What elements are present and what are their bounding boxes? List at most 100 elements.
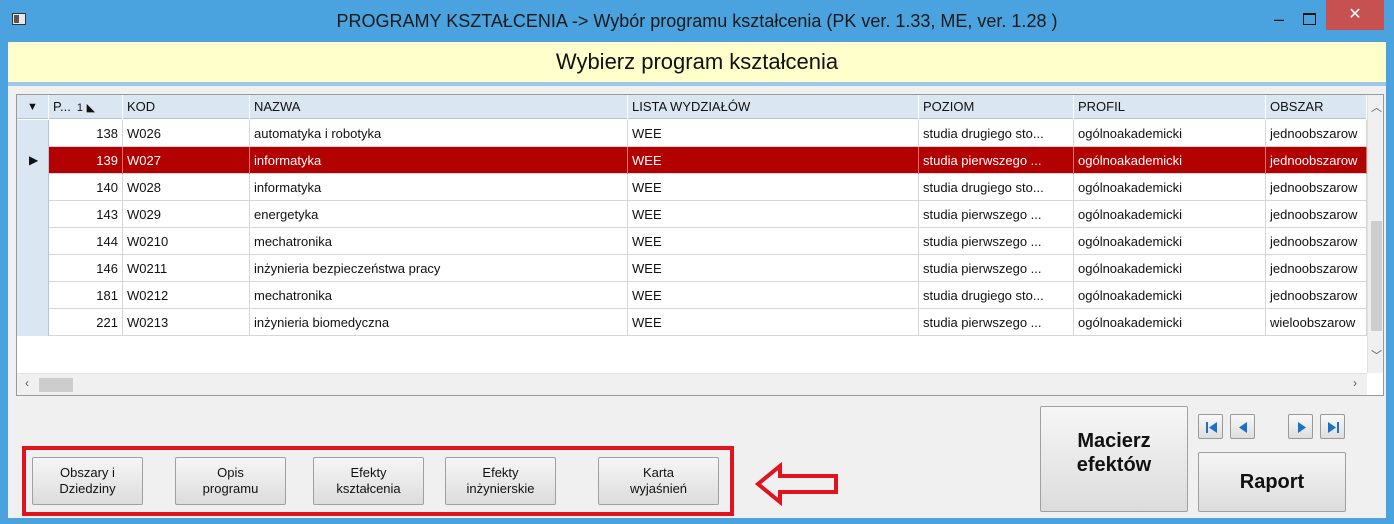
table-row[interactable]: 181 W0212 mechatronika WEE studia drugiego s… <box>17 282 1367 309</box>
table-row[interactable]: 146 W0211 inżynieria bezpieczeństwa pracy W… <box>17 255 1367 282</box>
cell-kod[interactable]: W026 <box>123 120 250 147</box>
horizontal-scroll-thumb[interactable] <box>39 378 73 392</box>
column-header-kod[interactable]: KOD <box>123 95 250 119</box>
table-row[interactable]: 221 W0213 inżynieria biomedyczna WEE studia … <box>17 309 1367 336</box>
cell-obszar[interactable]: jednoobszarow <box>1266 255 1367 282</box>
cell-kod[interactable]: W029 <box>123 201 250 228</box>
cell-lista[interactable]: WEE <box>628 120 919 147</box>
cell-profil[interactable]: ogólnoakademicki <box>1074 120 1266 147</box>
row-selector-header[interactable]: ▼ <box>17 95 49 119</box>
first-record-button[interactable] <box>1198 414 1223 439</box>
cell-profil[interactable]: ogólnoakademicki <box>1074 147 1266 174</box>
table-row[interactable]: 143 W029 energetyka WEE studia pierwszego ..… <box>17 201 1367 228</box>
cell-id[interactable]: 139 <box>49 147 123 174</box>
cell-nazwa[interactable]: inżynieria biomedyczna <box>250 309 628 336</box>
cell-id[interactable]: 181 <box>49 282 123 309</box>
table-row[interactable]: 138 W026 automatyka i robotyka WEE studia dr… <box>17 120 1367 147</box>
column-header-profil[interactable]: PROFIL <box>1074 95 1266 119</box>
cell-profil[interactable]: ogólnoakademicki <box>1074 201 1266 228</box>
column-header-id[interactable]: P... 1 ◣ <box>49 95 123 119</box>
horizontal-scrollbar[interactable]: ‹ › <box>17 373 1367 395</box>
maximize-button[interactable] <box>1294 8 1324 30</box>
scroll-up-icon[interactable]: ︿ <box>1368 99 1383 115</box>
cell-nazwa[interactable]: energetyka <box>250 201 628 228</box>
grid-header: ▼ P... 1 ◣ KOD NAZWA LISTA WYDZIAŁÓW POZI… <box>17 95 1367 119</box>
cell-id[interactable]: 138 <box>49 120 123 147</box>
row-selector[interactable] <box>17 201 49 228</box>
cell-id[interactable]: 221 <box>49 309 123 336</box>
cell-lista[interactable]: WEE <box>628 309 919 336</box>
table-row[interactable]: 144 W0210 mechatronika WEE studia pierwszego… <box>17 228 1367 255</box>
row-selector[interactable] <box>17 309 49 336</box>
column-header-obszar[interactable]: OBSZAR <box>1266 95 1367 119</box>
cell-kod[interactable]: W027 <box>123 147 250 174</box>
cell-id[interactable]: 143 <box>49 201 123 228</box>
cell-obszar[interactable]: jednoobszarow <box>1266 147 1367 174</box>
table-row[interactable]: ▶ 139 W027 informatyka WEE studia pierwszego … <box>17 147 1367 174</box>
table-row[interactable]: 140 W028 informatyka WEE studia drugiego sto… <box>17 174 1367 201</box>
cell-profil[interactable]: ogólnoakademicki <box>1074 255 1266 282</box>
cell-obszar[interactable]: jednoobszarow <box>1266 201 1367 228</box>
cell-nazwa[interactable]: mechatronika <box>250 282 628 309</box>
row-selector[interactable] <box>17 174 49 201</box>
cell-poziom[interactable]: studia drugiego sto... <box>919 174 1074 201</box>
scroll-down-icon[interactable]: ﹀ <box>1368 347 1383 363</box>
cell-kod[interactable]: W028 <box>123 174 250 201</box>
cell-profil[interactable]: ogólnoakademicki <box>1074 309 1266 336</box>
next-record-button[interactable] <box>1288 414 1313 439</box>
cell-kod[interactable]: W0213 <box>123 309 250 336</box>
cell-lista[interactable]: WEE <box>628 282 919 309</box>
cell-nazwa[interactable]: informatyka <box>250 174 628 201</box>
close-button[interactable]: ✕ <box>1326 0 1384 30</box>
cell-obszar[interactable]: jednoobszarow <box>1266 228 1367 255</box>
vertical-scrollbar[interactable]: ︿ ﹀ <box>1367 95 1383 373</box>
cell-id[interactable]: 140 <box>49 174 123 201</box>
last-record-button[interactable] <box>1320 414 1345 439</box>
row-selector[interactable] <box>17 228 49 255</box>
vertical-scroll-thumb[interactable] <box>1371 221 1382 331</box>
cell-nazwa[interactable]: automatyka i robotyka <box>250 120 628 147</box>
cell-profil[interactable]: ogólnoakademicki <box>1074 174 1266 201</box>
cell-poziom[interactable]: studia pierwszego ... <box>919 147 1074 174</box>
cell-lista[interactable]: WEE <box>628 174 919 201</box>
cell-poziom[interactable]: studia drugiego sto... <box>919 282 1074 309</box>
button-label: Raport <box>1239 471 1305 493</box>
column-header-nazwa[interactable]: NAZWA <box>250 95 628 119</box>
macierz-efektow-button[interactable]: Macierz efektów <box>1040 406 1188 512</box>
row-selector[interactable] <box>17 282 49 309</box>
cell-poziom[interactable]: studia pierwszego ... <box>919 255 1074 282</box>
cell-lista[interactable]: WEE <box>628 228 919 255</box>
previous-record-button[interactable] <box>1230 414 1255 439</box>
cell-nazwa[interactable]: inżynieria bezpieczeństwa pracy <box>250 255 628 282</box>
cell-lista[interactable]: WEE <box>628 201 919 228</box>
cell-profil[interactable]: ogólnoakademicki <box>1074 282 1266 309</box>
scroll-right-icon[interactable]: › <box>1347 376 1363 394</box>
cell-poziom[interactable]: studia drugiego sto... <box>919 120 1074 147</box>
annotation-arrow-icon <box>754 462 838 506</box>
row-selector[interactable] <box>17 255 49 282</box>
scroll-left-icon[interactable]: ‹ <box>19 376 35 394</box>
column-header-lista[interactable]: LISTA WYDZIAŁÓW <box>628 95 919 119</box>
cell-poziom[interactable]: studia pierwszego ... <box>919 309 1074 336</box>
row-selector[interactable] <box>17 120 49 147</box>
cell-nazwa[interactable]: informatyka <box>250 147 628 174</box>
raport-button[interactable]: Raport <box>1198 452 1346 512</box>
cell-obszar[interactable]: jednoobszarow <box>1266 174 1367 201</box>
cell-id[interactable]: 144 <box>49 228 123 255</box>
cell-lista[interactable]: WEE <box>628 147 919 174</box>
cell-kod[interactable]: W0210 <box>123 228 250 255</box>
cell-obszar[interactable]: wieloobszarow <box>1266 309 1367 336</box>
cell-kod[interactable]: W0212 <box>123 282 250 309</box>
cell-profil[interactable]: ogólnoakademicki <box>1074 228 1266 255</box>
cell-kod[interactable]: W0211 <box>123 255 250 282</box>
cell-id[interactable]: 146 <box>49 255 123 282</box>
cell-obszar[interactable]: jednoobszarow <box>1266 120 1367 147</box>
cell-poziom[interactable]: studia pierwszego ... <box>919 228 1074 255</box>
cell-nazwa[interactable]: mechatronika <box>250 228 628 255</box>
cell-poziom[interactable]: studia pierwszego ... <box>919 201 1074 228</box>
column-header-poziom[interactable]: POZIOM <box>919 95 1074 119</box>
row-selector[interactable]: ▶ <box>17 147 49 174</box>
minimize-button[interactable]: – <box>1264 8 1294 30</box>
cell-obszar[interactable]: jednoobszarow <box>1266 282 1367 309</box>
cell-lista[interactable]: WEE <box>628 255 919 282</box>
